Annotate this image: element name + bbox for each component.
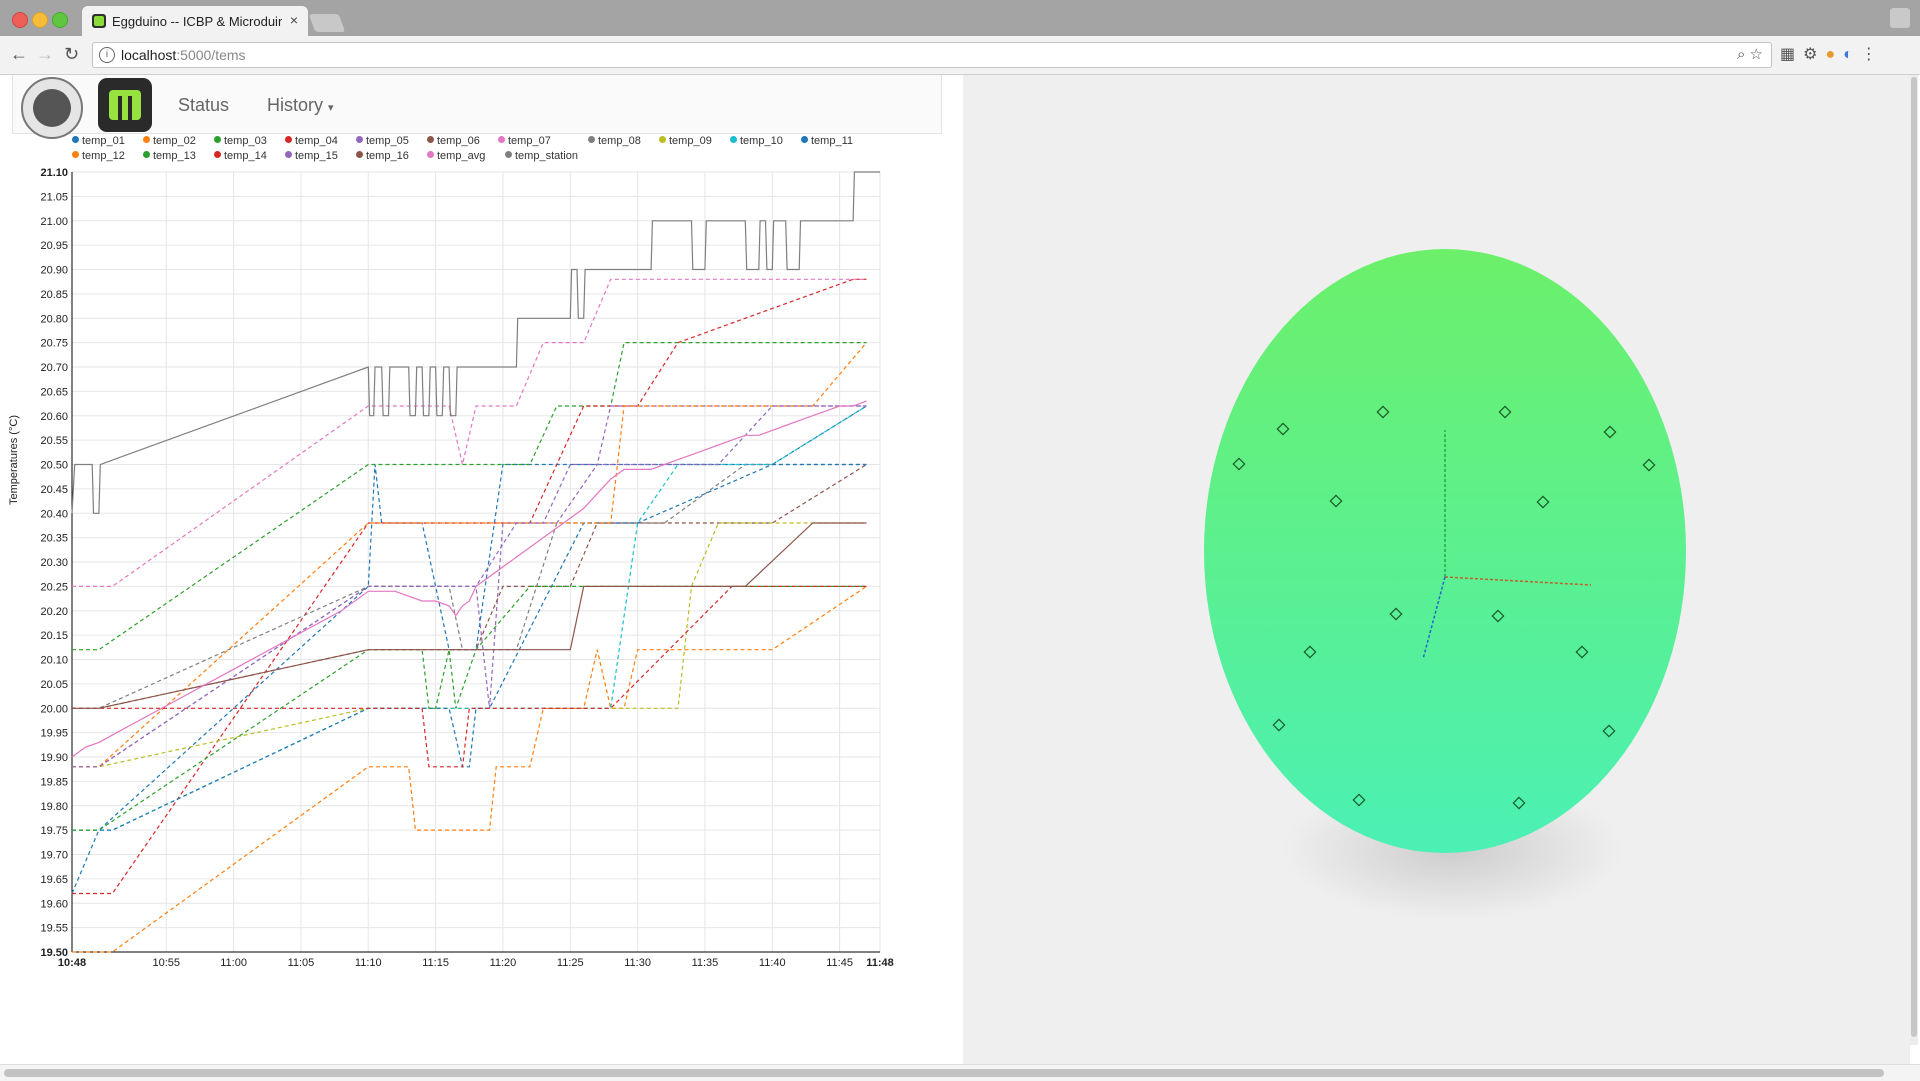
y-tick-label: 20.50 (40, 460, 68, 472)
x-tick-label: 11:20 (490, 957, 517, 969)
y-tick-label: 20.35 (40, 533, 68, 545)
x-tick-label: 11:45 (826, 957, 853, 969)
browser-toolbar: ← → ↻ i localhost:5000/tems ⌕ ☆ ▦⚙●◐⋮ (0, 36, 1920, 75)
tab-title: Eggduino -- ICBP & Microduino (112, 14, 282, 29)
browser-tab[interactable]: Eggduino -- ICBP & Microduino × (82, 6, 308, 36)
bookmark-star-icon[interactable]: ☆ (1750, 46, 1763, 63)
back-icon[interactable]: ← (10, 44, 28, 65)
y-tick-label: 19.75 (40, 825, 68, 837)
tab-close-icon[interactable]: × (290, 12, 298, 28)
y-tick-label: 19.55 (40, 923, 68, 935)
y-tick-label: 20.30 (40, 557, 68, 569)
extension-icons: ▦⚙●◐⋮ (1780, 44, 1885, 64)
x-tick-label: 11:35 (692, 957, 719, 969)
new-tab-button[interactable] (308, 14, 346, 32)
series-line-temp_11 (72, 463, 867, 831)
y-tick-label: 20.95 (40, 240, 68, 252)
series-line-temp_avg (71, 400, 867, 758)
y-tick-label: 21.00 (40, 216, 68, 228)
series-line-temp_16 (72, 522, 867, 709)
left-pane: Status History ▾ temp_01 temp_02 temp_03 te… (0, 75, 963, 1065)
egg-3d-view (963, 75, 1910, 1065)
x-tick-label: 11:10 (355, 957, 382, 969)
minimize-window-button[interactable] (32, 12, 48, 28)
y-tick-label: 20.20 (40, 606, 68, 618)
y-tick-label: 20.45 (40, 484, 68, 496)
y-tick-label: 20.70 (40, 362, 68, 374)
extension-grid-icon[interactable]: ▦ (1780, 46, 1803, 63)
series-line-temp_09 (72, 522, 867, 768)
x-tick-label: 11:25 (557, 957, 584, 969)
y-tick-label: 19.90 (40, 752, 68, 764)
series-line-temp_14 (72, 585, 867, 768)
reload-icon[interactable]: ↻ (64, 44, 79, 65)
y-tick-label: 20.85 (40, 289, 68, 301)
y-tick-label: 20.10 (40, 655, 68, 667)
y-tick-label: 19.70 (40, 850, 68, 862)
y-tick-label: 20.90 (40, 265, 68, 277)
cookie-icon[interactable]: ● (1825, 46, 1843, 63)
y-tick-label: 20.65 (40, 386, 68, 398)
eggduino-favicon-icon (92, 14, 106, 28)
temperature-chart: 19.5019.5519.6019.6519.7019.7519.8019.85… (40, 167, 894, 969)
y-tick-label: 20.25 (40, 581, 68, 593)
y-tick-label: 20.80 (40, 313, 68, 325)
horizontal-scrollbar[interactable] (0, 1064, 1920, 1081)
profile-icon[interactable] (1890, 8, 1910, 28)
maximize-window-button[interactable] (52, 12, 68, 28)
x-tick-label: 11:40 (759, 957, 786, 969)
series-line-temp_02 (72, 585, 867, 953)
y-tick-label: 20.75 (40, 338, 68, 350)
y-tick-label: 20.60 (40, 411, 68, 423)
x-tick-label: 11:05 (288, 957, 315, 969)
close-window-button[interactable] (12, 12, 28, 28)
y-tick-label: 19.60 (40, 898, 68, 910)
y-tick-label: 21.10 (40, 167, 68, 179)
zoom-icon[interactable]: ⌕ (1737, 46, 1745, 63)
forward-icon[interactable]: → (36, 44, 54, 65)
vertical-scrollbar[interactable] (1910, 75, 1918, 1045)
page-content: Status History ▾ temp_01 temp_02 temp_03 te… (0, 75, 1920, 1065)
y-tick-label: 19.65 (40, 874, 68, 886)
x-tick-label: 10:55 (153, 957, 181, 969)
y-tick-label: 21.05 (40, 191, 68, 203)
y-tick-label: 20.55 (40, 435, 68, 447)
site-info-icon[interactable]: i (99, 47, 115, 63)
y-tick-label: 20.00 (40, 703, 68, 715)
y-tick-label: 20.05 (40, 679, 68, 691)
series-line-temp_07 (72, 278, 867, 587)
settings-gear-icon[interactable]: ⚙ (1803, 46, 1825, 63)
x-tick-label: 11:15 (422, 957, 449, 969)
address-bar[interactable]: i localhost:5000/tems ⌕ ☆ (92, 42, 1772, 68)
y-tick-label: 20.40 (40, 508, 68, 520)
y-tick-label: 20.15 (40, 630, 68, 642)
x-tick-label: 11:30 (624, 957, 651, 969)
egg-3d-canvas[interactable] (963, 75, 1910, 1065)
x-tick-label: 11:48 (866, 957, 894, 969)
extension-d-icon[interactable]: ◐ (1843, 46, 1861, 63)
y-tick-label: 19.95 (40, 728, 68, 740)
menu-kebab-icon[interactable]: ⋮ (1861, 46, 1885, 63)
x-tick-label: 10:48 (58, 957, 86, 969)
y-tick-label: 19.85 (40, 776, 68, 788)
omnibox-icons: ⌕ ☆ (1737, 45, 1763, 63)
url-text: localhost:5000/tems (121, 47, 246, 63)
x-tick-label: 11:00 (220, 957, 247, 969)
y-tick-label: 19.80 (40, 801, 68, 813)
browser-tab-bar: Eggduino -- ICBP & Microduino × (0, 0, 1920, 36)
series-line-temp_03 (72, 342, 867, 651)
